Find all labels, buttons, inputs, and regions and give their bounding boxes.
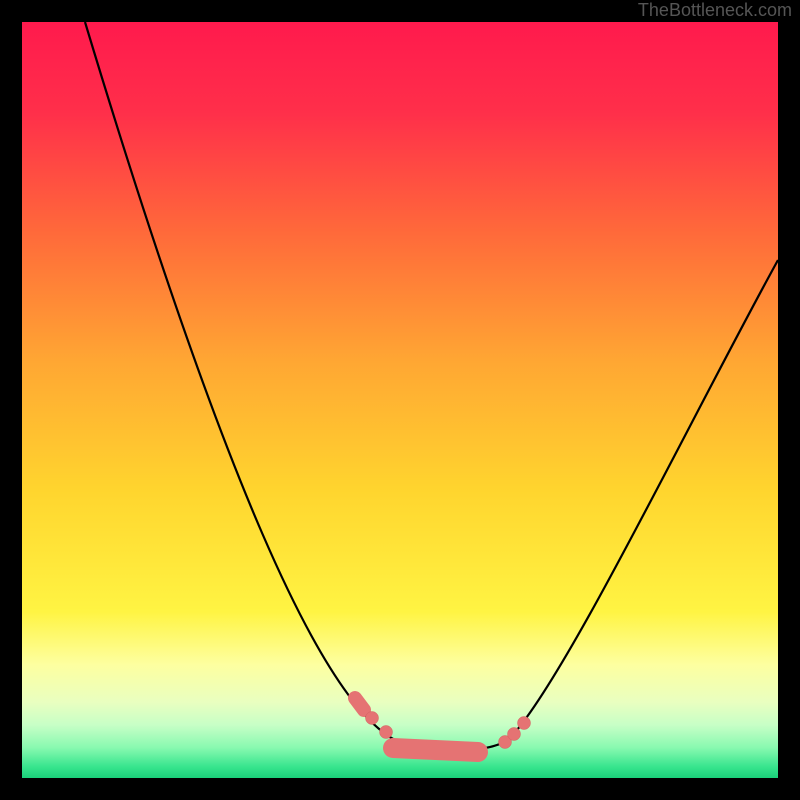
- plot-area: [22, 22, 778, 778]
- marker-dot: [518, 717, 531, 730]
- attribution-text: TheBottleneck.com: [638, 0, 792, 20]
- bottleneck-chart: TheBottleneck.com: [0, 0, 800, 800]
- marker-dot: [366, 712, 379, 725]
- marker-dot: [380, 726, 393, 739]
- marker-capsule: [393, 748, 478, 752]
- marker-capsule: [355, 698, 364, 710]
- marker-dot: [508, 728, 521, 741]
